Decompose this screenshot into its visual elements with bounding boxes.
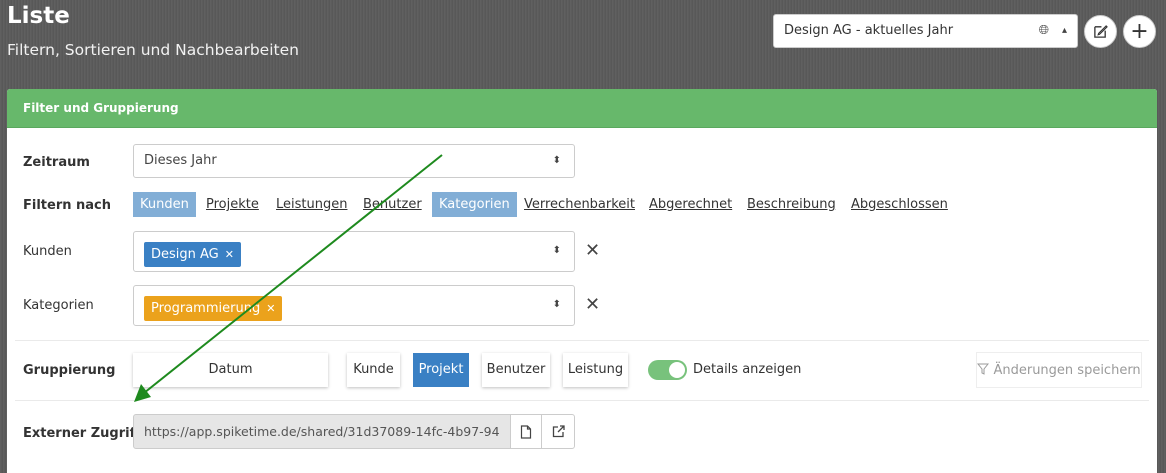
remove-tag-icon[interactable]: ✕ bbox=[266, 302, 275, 315]
filter-verrechenbarkeit[interactable]: Verrechenbarkeit bbox=[517, 192, 642, 217]
globe-icon: 🌐︎ bbox=[1038, 23, 1049, 38]
group-kunde-button[interactable]: Kunde bbox=[347, 353, 400, 387]
filter-benutzer[interactable]: Benutzer bbox=[356, 192, 429, 217]
group-benutzer-button[interactable]: Benutzer bbox=[482, 353, 550, 387]
page-subtitle: Filtern, Sortieren und Nachbearbeiten bbox=[7, 41, 299, 59]
page-title: Liste bbox=[7, 3, 70, 29]
kunden-label: Kunden bbox=[23, 244, 72, 259]
workspace-select-value: Design AG - aktuelles Jahr bbox=[784, 23, 954, 38]
filter-panel: Filter und Gruppierung Zeitraum Dieses J… bbox=[7, 89, 1157, 473]
workspace-select[interactable]: Design AG - aktuelles Jahr 🌐︎ ▴ bbox=[773, 14, 1078, 48]
divider bbox=[15, 340, 1149, 341]
group-projekt-button[interactable]: Projekt bbox=[413, 353, 469, 387]
group-leistung-button[interactable]: Leistung bbox=[563, 353, 628, 387]
details-label: Details anzeigen bbox=[693, 362, 802, 377]
clear-kategorien-icon[interactable]: ✕ bbox=[585, 294, 600, 315]
save-changes-button[interactable]: Änderungen speichern bbox=[976, 352, 1142, 388]
kategorien-tag: Programmierung ✕ bbox=[144, 296, 283, 321]
plus-icon: + bbox=[1130, 18, 1149, 44]
kategorien-label: Kategorien bbox=[23, 298, 94, 313]
zeitraum-value: Dieses Jahr bbox=[144, 153, 217, 168]
kunden-tag-label: Design AG bbox=[151, 247, 219, 262]
filter-icon bbox=[977, 363, 990, 375]
open-url-button[interactable] bbox=[541, 414, 575, 449]
panel-header: Filter und Gruppierung bbox=[7, 89, 1157, 128]
external-access-label: Externer Zugriff bbox=[23, 426, 141, 441]
filter-abgeschlossen[interactable]: Abgeschlossen bbox=[844, 192, 955, 217]
kunden-select[interactable]: Design AG ✕ ⬍ bbox=[133, 231, 575, 272]
kategorien-tag-label: Programmierung bbox=[151, 301, 261, 316]
share-url-input[interactable]: https://app.spiketime.de/shared/31d37089… bbox=[133, 414, 512, 449]
gruppierung-label: Gruppierung bbox=[23, 363, 116, 378]
chevron-up-down-icon: ⬍ bbox=[552, 299, 561, 310]
chevron-up-down-icon: ▴ bbox=[1061, 25, 1067, 36]
save-changes-label: Änderungen speichern bbox=[993, 363, 1141, 378]
clear-kunden-icon[interactable]: ✕ bbox=[585, 240, 600, 261]
filter-by-label: Filtern nach bbox=[23, 198, 112, 213]
kategorien-select[interactable]: Programmierung ✕ ⬍ bbox=[133, 285, 575, 326]
add-button[interactable]: + bbox=[1123, 15, 1156, 48]
divider bbox=[15, 400, 1149, 401]
edit-button[interactable] bbox=[1084, 15, 1117, 48]
filter-kunden[interactable]: Kunden bbox=[133, 192, 196, 217]
filter-abgerechnet[interactable]: Abgerechnet bbox=[642, 192, 739, 217]
zeitraum-label: Zeitraum bbox=[23, 155, 90, 170]
toggle-knob bbox=[669, 362, 685, 378]
chevron-up-down-icon: ⬍ bbox=[552, 155, 561, 166]
zeitraum-select[interactable]: Dieses Jahr ⬍ bbox=[133, 144, 575, 178]
remove-tag-icon[interactable]: ✕ bbox=[225, 248, 234, 261]
edit-icon bbox=[1094, 25, 1108, 38]
filter-beschreibung[interactable]: Beschreibung bbox=[740, 192, 843, 217]
filter-leistungen[interactable]: Leistungen bbox=[269, 192, 354, 217]
document-icon bbox=[520, 424, 532, 439]
details-toggle[interactable] bbox=[648, 360, 687, 380]
filter-projekte[interactable]: Projekte bbox=[199, 192, 266, 217]
external-link-icon bbox=[552, 425, 565, 438]
kunden-tag: Design AG ✕ bbox=[144, 242, 241, 267]
group-datum-button[interactable]: Datum bbox=[133, 353, 328, 387]
filter-kategorien[interactable]: Kategorien bbox=[432, 192, 517, 217]
copy-url-button[interactable] bbox=[510, 414, 542, 449]
chevron-up-down-icon: ⬍ bbox=[552, 245, 561, 256]
